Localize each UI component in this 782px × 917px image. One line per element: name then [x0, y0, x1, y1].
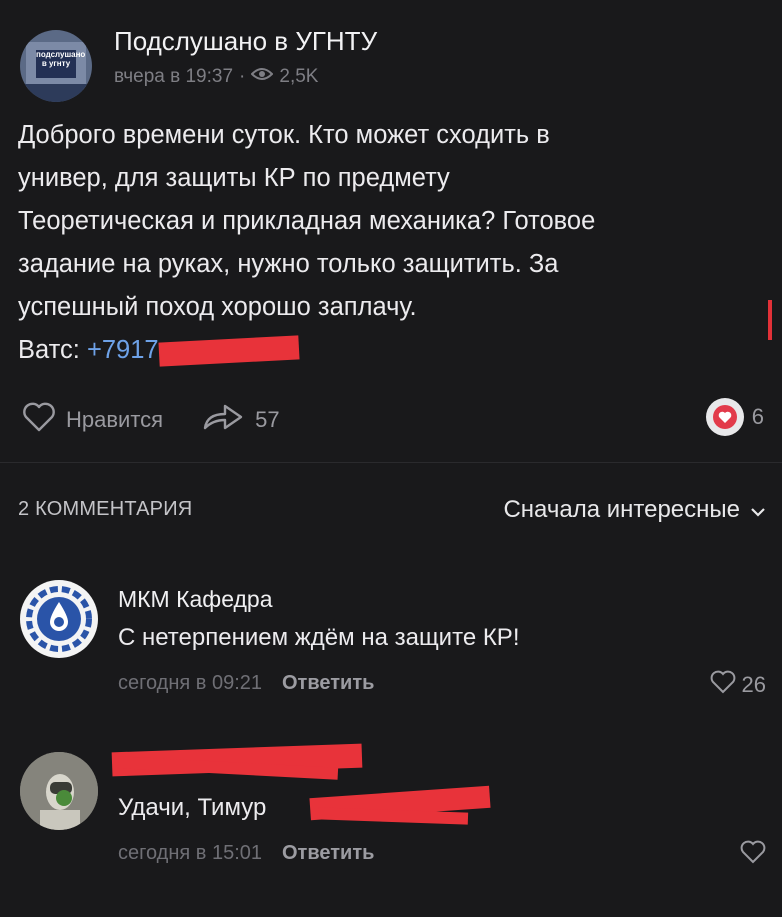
comment-like[interactable] [740, 840, 766, 870]
post-line: Теоретическая и прикладная механика? Гот… [18, 207, 596, 235]
comment-meta: сегодня в 15:01 Ответить [118, 842, 374, 865]
commenter-avatar[interactable] [20, 752, 98, 830]
post-line: задание на руках, нужно только защитить.… [18, 250, 559, 278]
comment-text: Удачи, Тимур [118, 794, 267, 821]
like-button[interactable]: Нравится [66, 407, 163, 433]
reply-button[interactable]: Ответить [282, 842, 374, 865]
meta-separator: · [239, 66, 246, 87]
reply-button[interactable]: Ответить [282, 672, 374, 695]
views-count: 2,5K [279, 66, 319, 87]
group-name[interactable]: Подслушано в УГНТУ [114, 26, 377, 57]
chevron-down-icon [750, 496, 766, 524]
divider [0, 462, 782, 463]
heart-icon[interactable] [22, 402, 56, 438]
comment-like-count: 26 [741, 672, 766, 697]
reaction-count: 6 [751, 404, 764, 429]
post-line: универ, для защиты КР по предмету [18, 164, 450, 192]
post-line: Доброго времени суток. Кто может сходить… [18, 121, 550, 149]
post-actions: Нравится 57 [22, 400, 280, 440]
sort-label: Сначала интересные [503, 496, 740, 523]
commenter-name[interactable]: МКМ Кафедра [118, 586, 273, 613]
comments-count: 2 КОММЕНТАРИЯ [18, 498, 193, 520]
comment-time: сегодня в 09:21 [118, 672, 262, 694]
group-avatar[interactable]: подслушано в угнту [20, 30, 92, 102]
reactions[interactable]: 6 [705, 398, 764, 436]
post-line: успешный поход хорошо заплачу. [18, 293, 417, 321]
comment-meta: сегодня в 09:21 Ответить [118, 672, 374, 695]
post-meta: вчера в 19:37 · 2,5K [114, 66, 318, 88]
comment-text: С нетерпением ждём на защите КР! [118, 624, 520, 651]
heart-icon [740, 840, 766, 870]
share-icon[interactable] [201, 402, 245, 438]
redaction-mark [158, 335, 300, 367]
redaction-mark [768, 300, 772, 340]
comment-like[interactable]: 26 [710, 670, 766, 700]
post-text: Доброго времени суток. Кто может сходить… [18, 114, 778, 372]
contact-label: Ватс: [18, 336, 87, 364]
avatar-logo: подслушано в угнту [36, 50, 85, 78]
post-time: вчера в 19:37 [114, 66, 234, 87]
heart-reaction-icon [705, 398, 744, 436]
sort-dropdown[interactable]: Сначала интересные [503, 496, 766, 524]
phone-link[interactable]: +7917 [87, 336, 159, 364]
share-count: 57 [255, 407, 280, 432]
comment-time: сегодня в 15:01 [118, 842, 262, 864]
eye-icon [250, 66, 274, 88]
heart-icon [710, 670, 736, 700]
commenter-avatar[interactable] [20, 580, 98, 658]
post-contact-line: Ватс: +7917 [18, 329, 778, 372]
